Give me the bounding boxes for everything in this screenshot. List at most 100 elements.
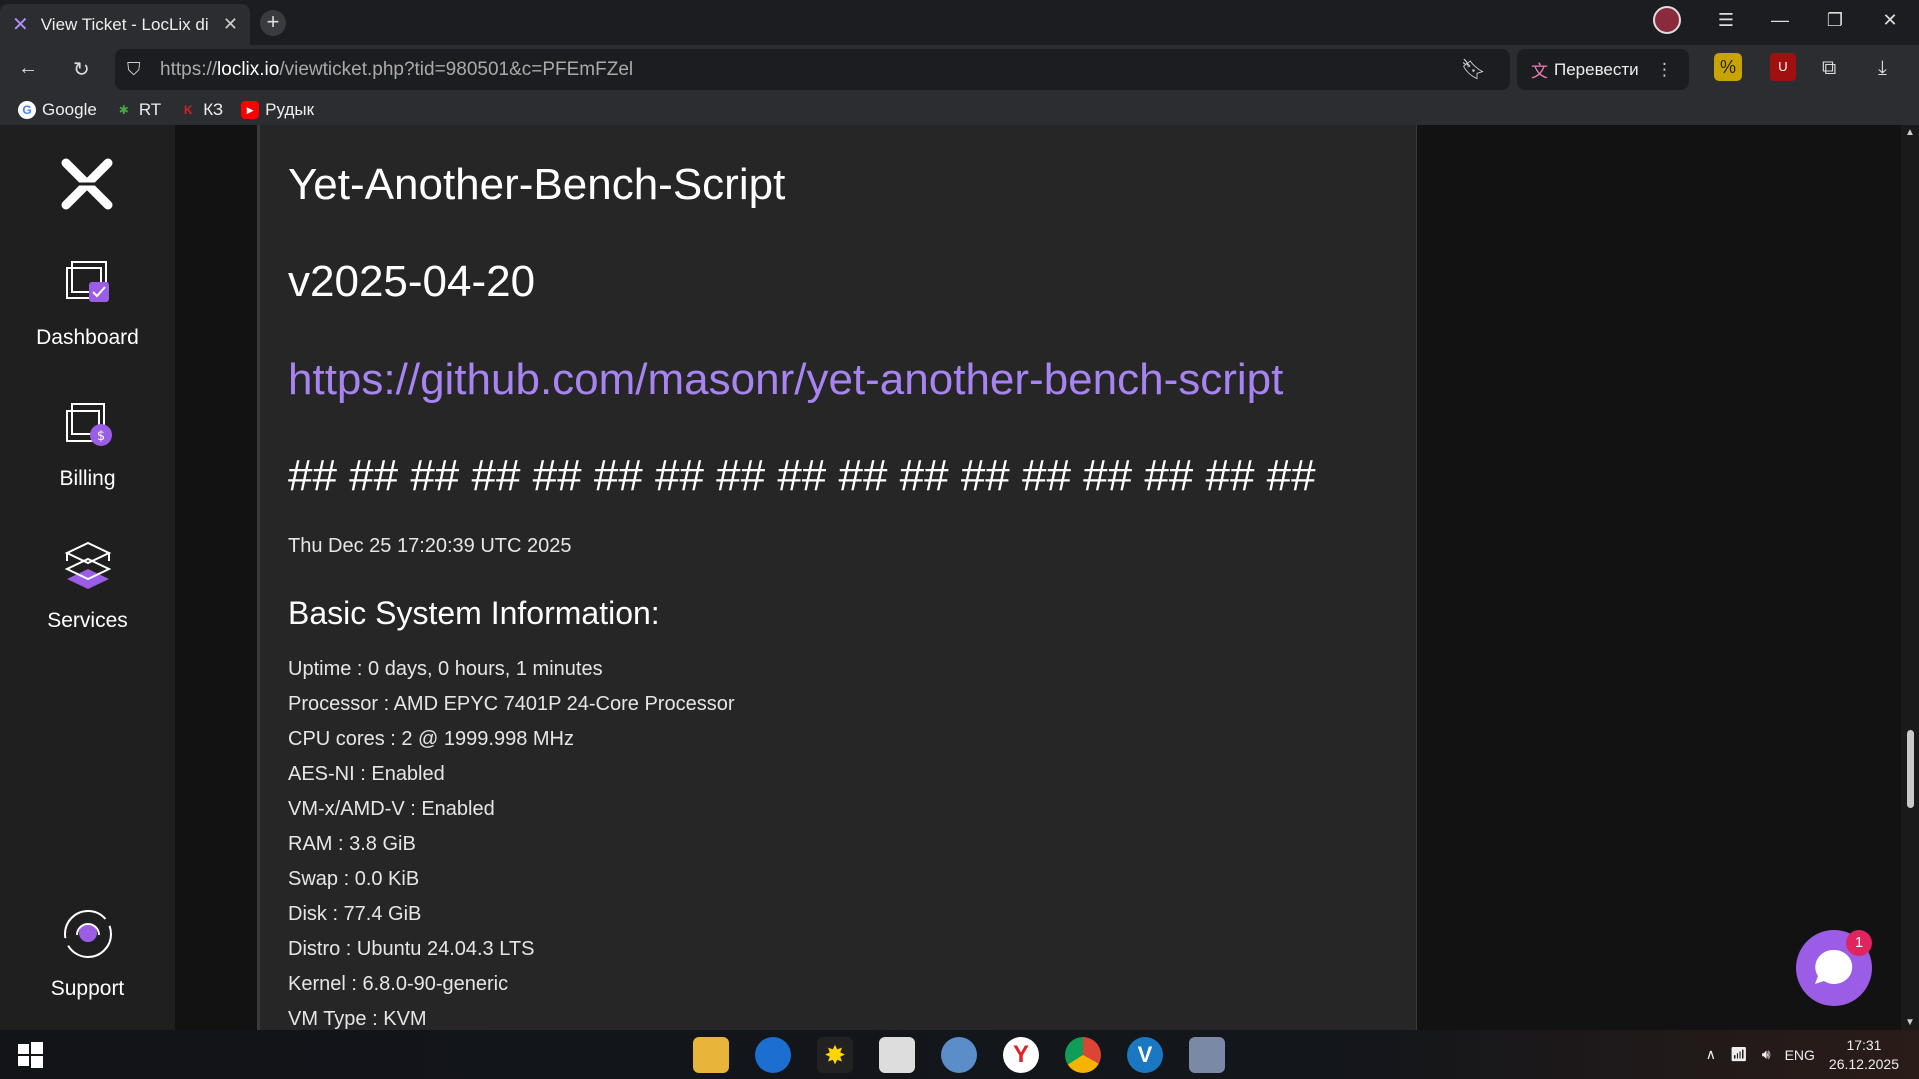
bookmark-label: Рудык (265, 99, 315, 119)
right-pane (1417, 125, 1901, 1030)
support-icon (63, 910, 112, 958)
sidebar-label: Billing (59, 467, 116, 490)
dashboard-icon (65, 261, 109, 302)
run-date: Thu Dec 25 17:20:39 UTC 2025 (288, 535, 572, 557)
svg-text:$: $ (96, 429, 104, 444)
volume-icon[interactable]: 🔊︎ (1762, 1046, 1771, 1063)
menu-icon[interactable]: ☰ (1711, 10, 1741, 31)
download-icon[interactable]: ⤓ (1878, 57, 1887, 80)
info-line: Disk : 77.4 GiB (288, 903, 422, 925)
site-favicon-icon: ✕ (12, 14, 29, 36)
left-gutter (175, 125, 257, 1030)
remote-desktop-icon[interactable] (1189, 1037, 1225, 1073)
page-scrollbar[interactable]: ▲ ▼ (1901, 125, 1919, 1030)
chat-unread-badge: 1 (1846, 930, 1872, 956)
yandex-browser-icon[interactable]: Y (1003, 1037, 1039, 1073)
sidebar-label: Dashboard (36, 326, 139, 349)
ticket-message: Yet-Another-Bench-Script v2025-04-20 htt… (257, 125, 1417, 1030)
sidebar-item-support[interactable]: Support (0, 907, 175, 1001)
bookmark-rudyk[interactable]: ▶ Рудык (241, 100, 314, 120)
section-title: Basic System Information: (288, 595, 660, 631)
scrollbar-thumb[interactable] (1907, 730, 1914, 808)
tab-bar: ✕ View Ticket - LocLix di S ✕ + ☰ — ❐ ✕ (0, 0, 1919, 45)
minimize-icon[interactable]: — (1765, 10, 1795, 31)
edge-icon[interactable] (755, 1037, 791, 1073)
kz-icon: K (183, 102, 193, 117)
file-explorer-icon[interactable] (693, 1037, 729, 1073)
google-icon: G (18, 100, 36, 119)
scroll-up-icon[interactable]: ▲ (1905, 127, 1915, 138)
sidebar-item-services[interactable]: Services (0, 539, 175, 633)
info-line: Kernel : 6.8.0-90-generic (288, 973, 509, 995)
profile-avatar[interactable] (1653, 6, 1683, 34)
address-bar[interactable]: ⛉ https://loclix.io/viewticket.php?tid=9… (115, 49, 1510, 90)
chrome-icon[interactable] (1065, 1037, 1101, 1073)
rt-icon: ✱ (118, 102, 129, 117)
info-line: VM-x/AMD-V : Enabled (288, 798, 495, 820)
bookmark-kz[interactable]: K КЗ (179, 100, 223, 120)
bookmark-rt[interactable]: ✱ RT (115, 100, 161, 120)
clock-date: 26.12.2025 (1828, 1055, 1899, 1072)
bookmark-label: КЗ (203, 99, 224, 119)
info-line: Uptime : 0 days, 0 hours, 1 minutes (288, 658, 603, 680)
system-tray: ∧ 📶︎ 🔊︎ ENG 17:31 26.12.2025 (1706, 1030, 1899, 1079)
windows-start-icon[interactable] (12, 1037, 48, 1073)
info-line: Distro : Ubuntu 24.04.3 LTS (288, 938, 535, 960)
url-prefix: https:// (160, 58, 218, 80)
taskbar: ✸ Y V ∧ 📶︎ 🔊︎ ENG 17:31 26.12.2025 (0, 1030, 1919, 1079)
info-line: Processor : AMD EPYC 7401P 24-Core Proce… (288, 693, 735, 715)
close-window-icon[interactable]: ✕ (1875, 10, 1905, 31)
scroll-down-icon[interactable]: ▼ (1905, 1017, 1915, 1028)
sidebar-label: Support (50, 977, 125, 1000)
bookmark-google[interactable]: G Google (18, 100, 97, 120)
more-icon[interactable]: ⋮ (1656, 60, 1673, 80)
vivaldi-icon[interactable]: V (1127, 1037, 1163, 1073)
ublock-icon[interactable]: U (1770, 53, 1796, 81)
discount-extension-icon[interactable]: % (1714, 53, 1742, 81)
loclix-logo[interactable] (58, 155, 116, 218)
clock[interactable]: 17:31 26.12.2025 (1829, 1036, 1899, 1074)
calculator-icon[interactable] (879, 1037, 915, 1073)
tab-title: View Ticket - LocLix di S (40, 14, 209, 34)
services-icon (64, 541, 111, 589)
sidebar-label: Services (47, 609, 128, 632)
toolbar: ← ↻ ⛉ https://loclix.io/viewticket.php?t… (0, 45, 1919, 94)
url-path: /viewticket.php?tid=980501&c=PFEmFZel (279, 58, 634, 80)
new-tab-button[interactable]: + (260, 10, 286, 36)
extensions-icon[interactable]: ⧉ (1822, 57, 1836, 80)
info-line: RAM : 3.8 GiB (288, 833, 416, 855)
info-line: AES-NI : Enabled (288, 763, 445, 785)
sidebar: Dashboard $ Billing Services Support (0, 125, 175, 1030)
info-line: CPU cores : 2 @ 1999.998 MHz (288, 728, 574, 750)
language-indicator[interactable]: ENG (1785, 1047, 1815, 1063)
url-host: loclix.io (217, 58, 280, 80)
clock-time: 17:31 (1846, 1036, 1882, 1053)
sun-app-icon[interactable]: ✸ (817, 1037, 853, 1073)
close-tab-icon[interactable]: ✕ (223, 14, 238, 35)
reload-icon[interactable]: ↻ (73, 57, 90, 82)
translate-button[interactable]: 文 Перевести ⋮ (1517, 49, 1689, 90)
sidebar-item-dashboard[interactable]: Dashboard (0, 258, 175, 350)
back-icon[interactable]: ← (18, 57, 38, 80)
media-player-icon[interactable] (941, 1037, 977, 1073)
active-tab[interactable]: ✕ View Ticket - LocLix di S ✕ (0, 4, 250, 45)
youtube-icon: ▶ (241, 100, 260, 119)
bookmarks-bar: G Google ✱ RT K КЗ ▶ Рудык (0, 94, 1919, 125)
info-line: VM Type : KVM (288, 1008, 427, 1030)
script-title: Yet-Another-Bench-Script (288, 160, 786, 209)
translate-label: Перевести (1554, 59, 1639, 79)
tray-overflow-icon[interactable]: ∧ (1706, 1046, 1716, 1063)
info-line: Swap : 0.0 KiB (288, 868, 420, 890)
bookmark-label: Google (42, 99, 97, 119)
translate-icon: 文 (1531, 62, 1548, 81)
billing-icon: $ (65, 403, 112, 446)
restore-icon[interactable]: ❐ (1820, 10, 1850, 31)
bookmark-label: RT (138, 99, 162, 119)
site-info-icon[interactable]: ⛉ (127, 59, 141, 80)
hash-line: ## ## ## ## ## ## ## ## ## ## ## ## ## #… (288, 451, 1316, 500)
bookmark-icon[interactable]: 🔖︎ (1461, 57, 1486, 82)
github-link[interactable]: https://github.com/masonr/yet-another-be… (288, 355, 1283, 405)
network-icon[interactable]: 📶︎ (1730, 1046, 1748, 1063)
script-version: v2025-04-20 (288, 257, 536, 306)
sidebar-item-billing[interactable]: $ Billing (0, 399, 175, 491)
